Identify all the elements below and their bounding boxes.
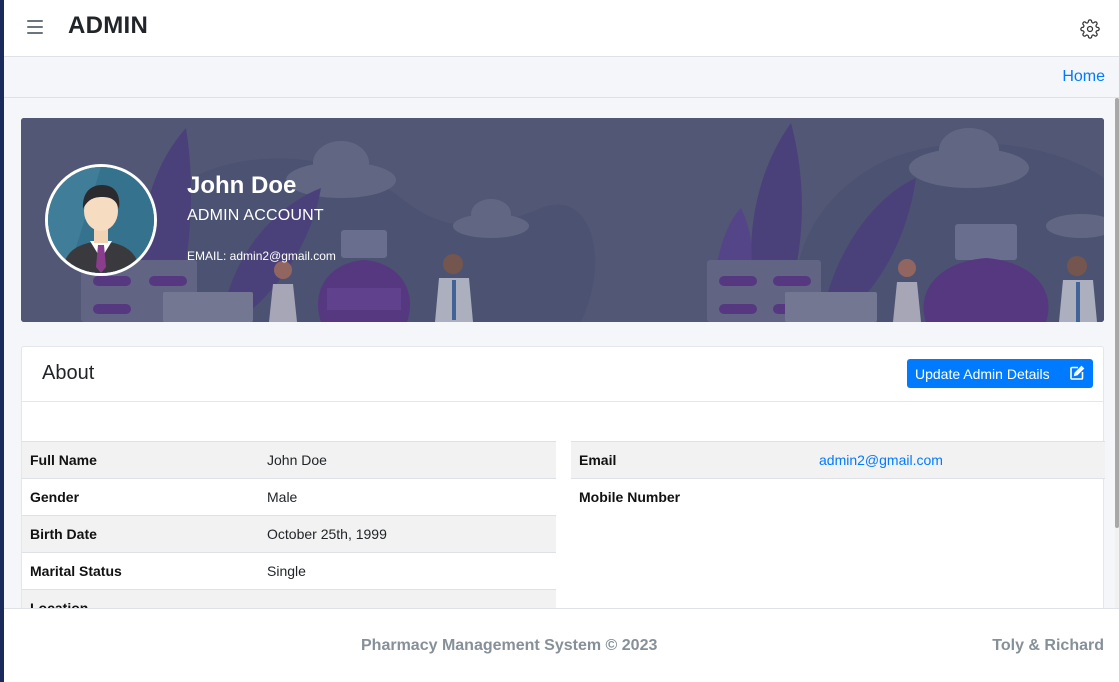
- profile-email: EMAIL: admin2@gmail.com: [187, 249, 336, 263]
- profile-role: ADMIN ACCOUNT: [187, 207, 324, 224]
- full-name-value: John Doe: [259, 441, 556, 479]
- main-content: John Doe ADMIN ACCOUNT EMAIL: admin2@gma…: [4, 98, 1115, 608]
- table-row: Gender Male: [22, 478, 556, 516]
- update-button-label: Update Admin Details: [915, 365, 1050, 382]
- avatar: [45, 164, 157, 276]
- about-left-table: Full Name John Doe Gender Male Birth Dat…: [22, 441, 556, 608]
- birth-date-value: October 25th, 1999: [259, 515, 556, 553]
- birth-date-label: Birth Date: [22, 515, 259, 553]
- marital-status-value: Single: [259, 552, 556, 590]
- user-avatar-icon: [48, 167, 154, 273]
- email-value-link[interactable]: admin2@gmail.com: [819, 452, 943, 468]
- update-admin-details-button[interactable]: Update Admin Details: [907, 359, 1093, 388]
- mobile-number-value: [811, 478, 1105, 516]
- mobile-number-label: Mobile Number: [571, 478, 811, 516]
- footer-authors: Toly & Richard: [992, 637, 1104, 654]
- pharmacy-illustration: [21, 118, 1104, 322]
- breadcrumb-home-link[interactable]: Home: [1062, 68, 1105, 86]
- table-row: Email admin2@gmail.com: [571, 441, 1105, 479]
- email-label: Email: [571, 441, 811, 479]
- gender-value: Male: [259, 478, 556, 516]
- about-right-table: Email admin2@gmail.com Mobile Number: [571, 441, 1105, 516]
- profile-banner: John Doe ADMIN ACCOUNT EMAIL: admin2@gma…: [21, 118, 1104, 322]
- about-card-header: About Update Admin Details: [22, 347, 1103, 402]
- table-row: Birth Date October 25th, 1999: [22, 515, 556, 553]
- profile-name: John Doe: [187, 172, 297, 199]
- table-row: Location: [22, 589, 556, 608]
- table-row: Full Name John Doe: [22, 441, 556, 479]
- breadcrumb: Home: [4, 57, 1119, 98]
- gear-icon[interactable]: [1080, 19, 1100, 39]
- about-card: About Update Admin Details Full Name Joh…: [21, 346, 1105, 608]
- footer-copyright: Pharmacy Management System © 2023: [361, 637, 658, 654]
- hamburger-icon[interactable]: [27, 20, 43, 34]
- table-row: Mobile Number: [571, 478, 1105, 516]
- edit-icon: [1070, 365, 1085, 380]
- full-name-label: Full Name: [22, 441, 259, 479]
- top-navbar: ADMIN: [4, 0, 1119, 57]
- table-row: Marital Status Single: [22, 552, 556, 590]
- location-label: Location: [22, 589, 259, 608]
- location-value: [259, 589, 556, 608]
- scrollbar[interactable]: [1115, 98, 1119, 608]
- gender-label: Gender: [22, 478, 259, 516]
- marital-status-label: Marital Status: [22, 552, 259, 590]
- about-title: About: [42, 362, 95, 384]
- scrollbar-thumb[interactable]: [1115, 98, 1119, 528]
- brand-title: ADMIN: [68, 12, 149, 39]
- page-footer: Pharmacy Management System © 2023 Toly &…: [4, 608, 1119, 682]
